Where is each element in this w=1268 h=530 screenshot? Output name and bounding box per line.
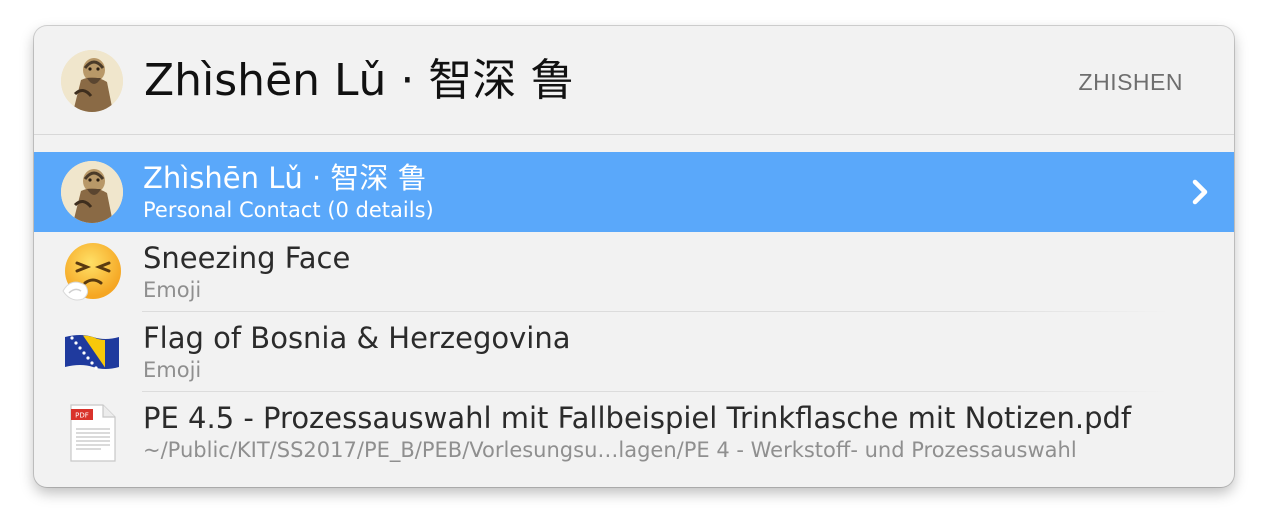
contact-avatar-icon (61, 50, 123, 112)
result-subtitle: Emoji (143, 358, 202, 382)
result-row-bosnia-flag[interactable]: Flag of Bosnia & Herzegovina Emoji (34, 312, 1234, 392)
sneezing-face-emoji-icon (61, 241, 123, 303)
result-title: Flag of Bosnia & Herzegovina (143, 321, 571, 355)
bosnia-flag-emoji-icon (61, 321, 123, 383)
result-subtitle: Emoji (143, 278, 202, 302)
shortcut-hint: ZHISHEN (1078, 69, 1183, 95)
contact-avatar-icon (61, 161, 123, 223)
result-title: Sneezing Face (143, 241, 351, 275)
pdf-file-icon: PDF (61, 401, 123, 463)
search-header: Zhìshēn Lǔ · 智深 鲁 ZHISHEN (34, 26, 1234, 135)
result-subtitle: Personal Contact (0 details) (143, 198, 434, 222)
result-title: Zhìshēn Lǔ · 智深 鲁 (143, 161, 427, 195)
result-row-pdf-file[interactable]: PDF PE 4.5 - Prozessauswahl mit Fallbeis… (34, 392, 1234, 472)
launcher-panel: Zhìshēn Lǔ · 智深 鲁 ZHISHEN Zhìshēn Lǔ · 智… (34, 26, 1234, 487)
chevron-right-icon[interactable] (1188, 178, 1212, 206)
results-list: Zhìshēn Lǔ · 智深 鲁 Personal Contact (0 de… (34, 152, 1234, 472)
result-title: PE 4.5 - Prozessauswahl mit Fallbeispiel… (143, 401, 1132, 435)
result-row-contact[interactable]: Zhìshēn Lǔ · 智深 鲁 Personal Contact (0 de… (34, 152, 1234, 232)
svg-text:PDF: PDF (75, 412, 89, 420)
result-subtitle: ~/Public/KIT/SS2017/PE_B/PEB/Vorlesungsu… (143, 438, 1077, 462)
result-row-sneezing-face[interactable]: Sneezing Face Emoji (34, 232, 1234, 312)
search-query-input[interactable]: Zhìshēn Lǔ · 智深 鲁 (144, 50, 574, 112)
